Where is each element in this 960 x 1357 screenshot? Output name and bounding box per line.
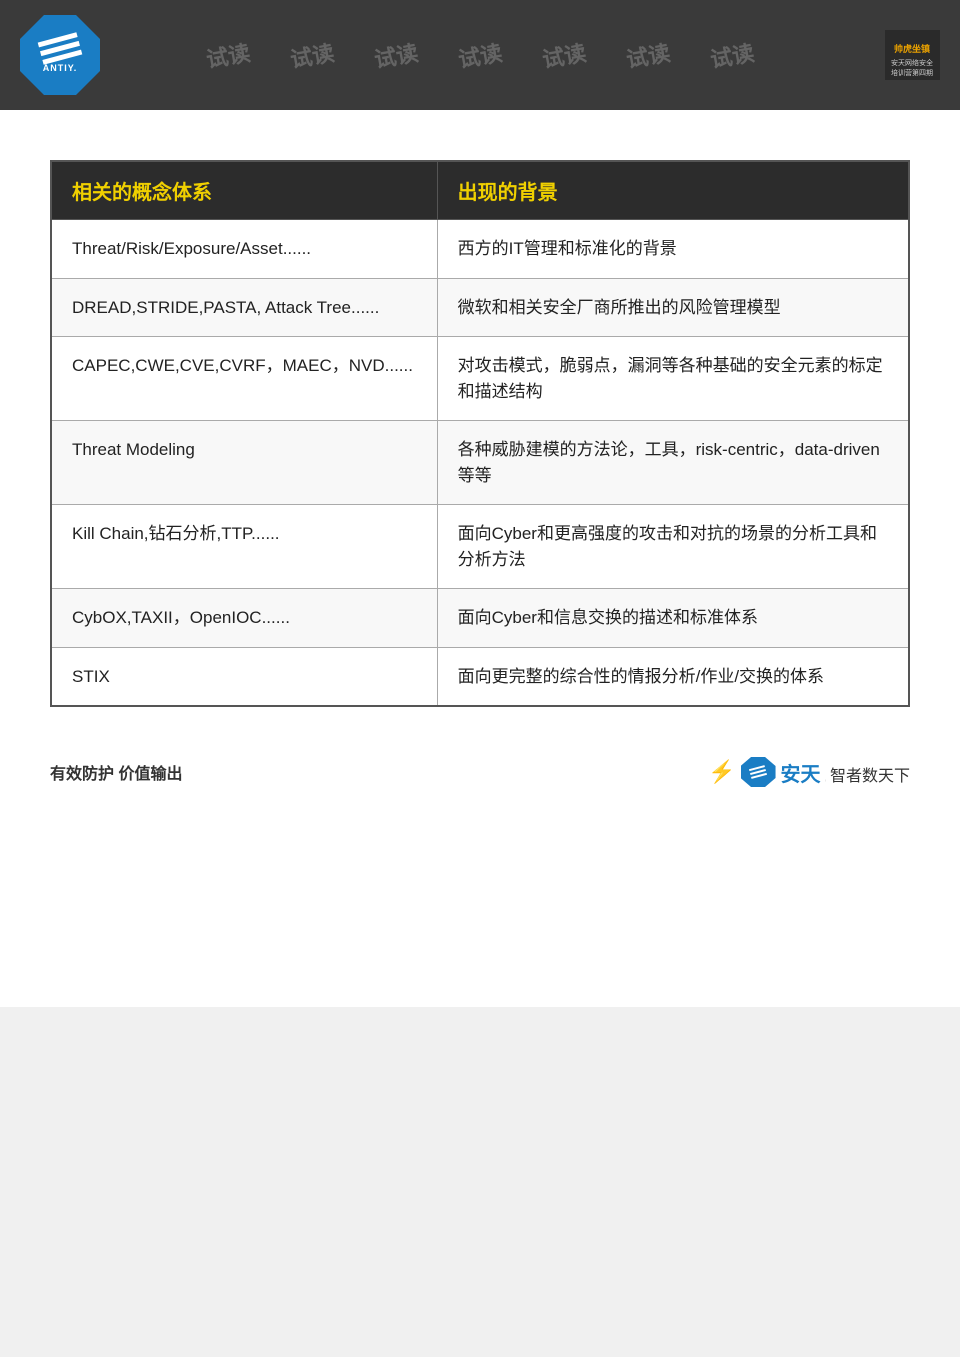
svg-text:培训营第四期: 培训营第四期 [891, 68, 933, 77]
footer-logo [741, 757, 776, 787]
footer-tagline: 有效防护 价值输出 [50, 760, 182, 784]
col2-header: 出现的背景 [437, 161, 909, 220]
watermark-4: 试读 [456, 35, 505, 74]
main-content: 相关的概念体系 出现的背景 Threat/Risk/Exposure/Asset… [0, 110, 960, 737]
cell-left-2: CAPEC,CWE,CVE,CVRF，MAEC，NVD...... [51, 337, 437, 421]
watermark-1: 试读 [203, 35, 252, 74]
table-row: Threat Modeling各种威胁建模的方法论，工具，risk-centri… [51, 421, 909, 505]
watermark-3: 试读 [372, 35, 421, 74]
svg-text:安天网络安全: 安天网络安全 [891, 58, 933, 67]
col1-header: 相关的概念体系 [51, 161, 437, 220]
cell-right-3: 各种威胁建模的方法论，工具，risk-centric，data-driven等等 [437, 421, 909, 505]
cell-right-2: 对攻击模式，脆弱点，漏洞等各种基础的安全元素的标定和描述结构 [437, 337, 909, 421]
watermark-2: 试读 [288, 35, 337, 74]
lightning-icon: ⚡ [708, 759, 735, 785]
cell-left-0: Threat/Risk/Exposure/Asset...... [51, 220, 437, 279]
watermark-6: 试读 [624, 35, 673, 74]
footer: 有效防护 价值输出 ⚡ 安天 | 智者数天下 [0, 737, 960, 807]
footer-brand-area: ⚡ 安天 | 智者数天下 [708, 757, 910, 787]
table-row: CybOX,TAXII，OpenIOC......面向Cyber和信息交换的描述… [51, 589, 909, 648]
watermark-7: 试读 [708, 35, 757, 74]
cell-right-1: 微软和相关安全厂商所推出的风险管理模型 [437, 278, 909, 337]
svg-text:帅虎坐镇: 帅虎坐镇 [894, 43, 930, 54]
table-row: CAPEC,CWE,CVE,CVRF，MAEC，NVD......对攻击模式，脆… [51, 337, 909, 421]
table-row: Kill Chain,钻石分析,TTP......面向Cyber和更高强度的攻击… [51, 505, 909, 589]
cell-left-5: CybOX,TAXII，OpenIOC...... [51, 589, 437, 648]
table-row: STIX面向更完整的综合性的情报分析/作业/交换的体系 [51, 647, 909, 706]
cell-right-6: 面向更完整的综合性的情报分析/作业/交换的体系 [437, 647, 909, 706]
cell-right-0: 西方的IT管理和标准化的背景 [437, 220, 909, 279]
watermark-5: 试读 [540, 35, 589, 74]
cell-left-1: DREAD,STRIDE,PASTA, Attack Tree...... [51, 278, 437, 337]
header-badge: 帅虎坐镇 安天网络安全 培训营第四期 [885, 30, 940, 80]
cell-right-5: 面向Cyber和信息交换的描述和标准体系 [437, 589, 909, 648]
header: ANTIY. 试读 试读 试读 试读 试读 试读 试读 帅虎坐镇 安天网络安全 … [0, 0, 960, 110]
company-logo: ANTIY. [20, 15, 100, 95]
footer-logo-inner [749, 765, 767, 779]
brand-sub: 智者数天下 [830, 768, 910, 785]
brand-name: 安天 [781, 764, 821, 786]
cell-left-3: Threat Modeling [51, 421, 437, 505]
footer-brand-text: 安天 | 智者数天下 [781, 758, 910, 787]
cell-left-6: STIX [51, 647, 437, 706]
badge-emblem: 帅虎坐镇 安天网络安全 培训营第四期 [885, 30, 940, 80]
cell-left-4: Kill Chain,钻石分析,TTP...... [51, 505, 437, 589]
logo-text: ANTIY. [43, 63, 78, 73]
bottom-space [0, 807, 960, 1007]
header-watermark-layer: 试读 试读 试读 试读 试读 试读 试读 [0, 0, 960, 110]
table-row: DREAD,STRIDE,PASTA, Attack Tree......微软和… [51, 278, 909, 337]
concept-table: 相关的概念体系 出现的背景 Threat/Risk/Exposure/Asset… [50, 160, 910, 707]
table-row: Threat/Risk/Exposure/Asset......西方的IT管理和… [51, 220, 909, 279]
logo-stripes [38, 32, 83, 65]
cell-right-4: 面向Cyber和更高强度的攻击和对抗的场景的分析工具和分析方法 [437, 505, 909, 589]
